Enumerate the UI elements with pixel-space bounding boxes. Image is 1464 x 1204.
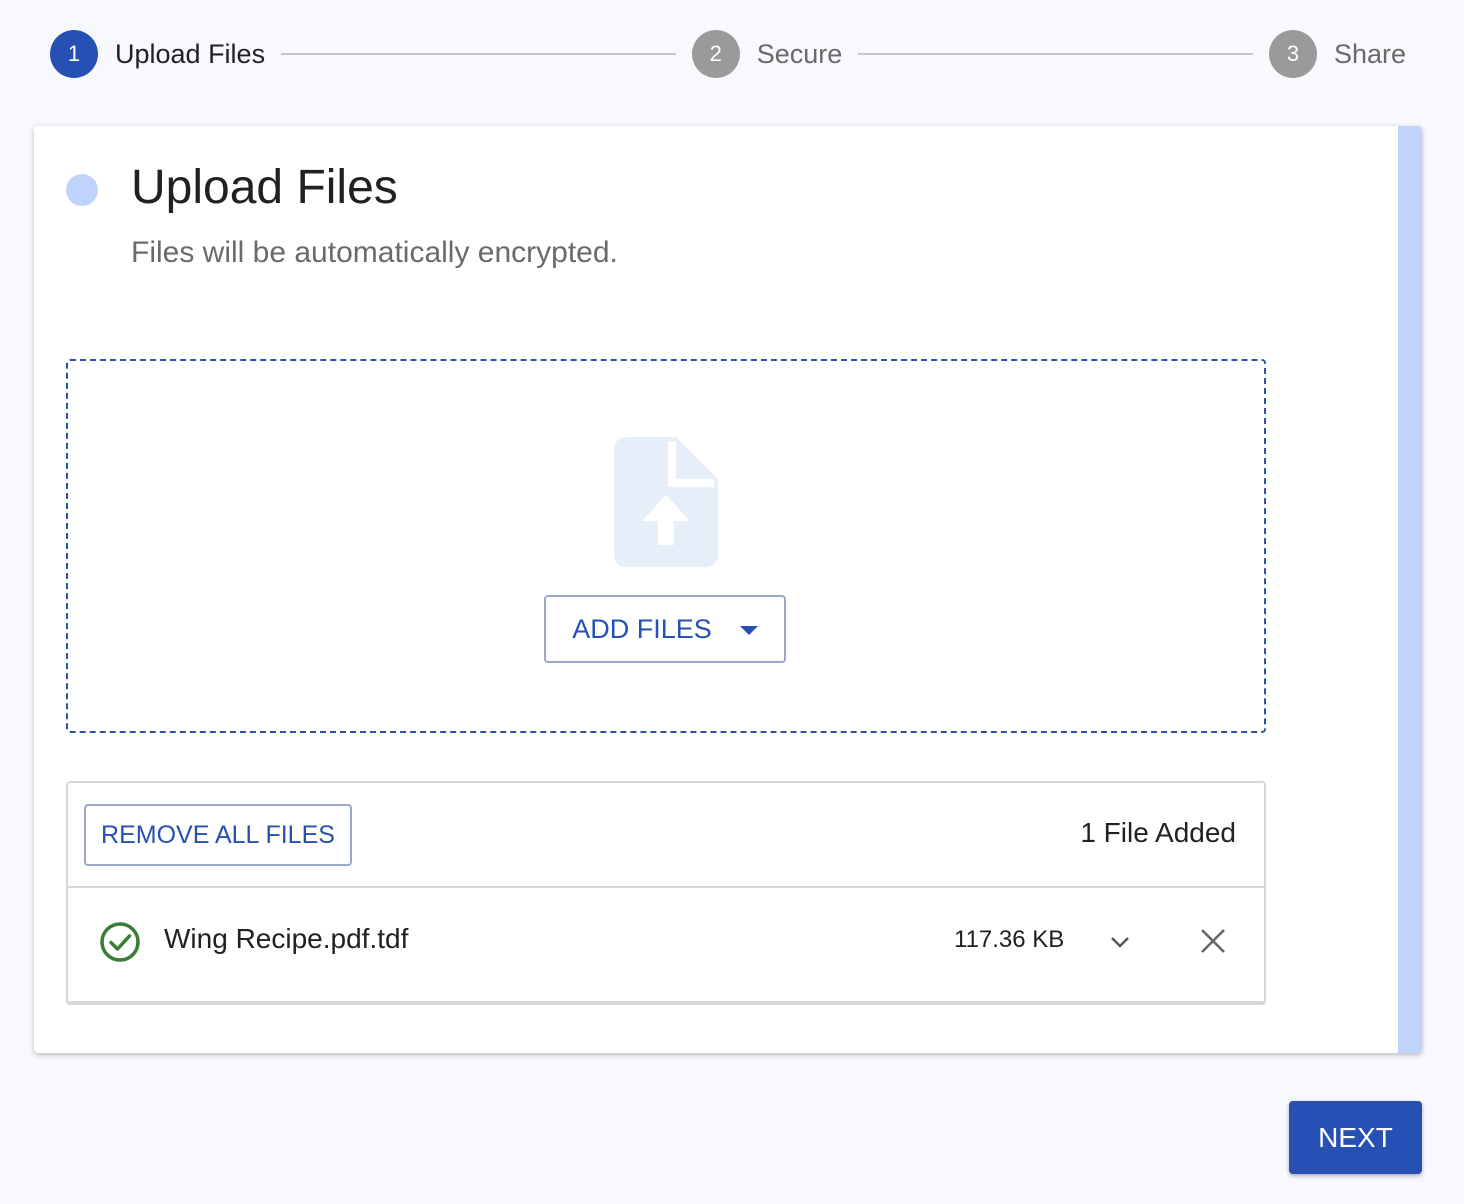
card-subtitle: Files will be automatically encrypted. [131,236,618,269]
add-files-button[interactable]: ADD FILES [544,595,786,663]
step-connector [281,53,676,55]
file-upload-icon [614,437,718,567]
chevron-down-icon[interactable] [1108,930,1132,954]
file-list-panel: REMOVE ALL FILES 1 File Added Wing Recip… [66,781,1266,1005]
file-name: Wing Recipe.pdf.tdf [164,923,409,954]
step-label: Upload Files [115,38,266,69]
step-number-badge: 3 [1268,30,1317,78]
step-label: Secure [756,38,843,69]
file-row: Wing Recipe.pdf.tdf 117.36 KB [68,888,1264,1003]
upload-card: Upload Files Files will be automatically… [34,126,1422,1053]
card-title: Upload Files [131,161,398,214]
stepper: 1 Upload Files 2 Secure 3 Share [50,30,1406,78]
close-icon[interactable] [1198,926,1228,956]
step-connector [858,53,1253,55]
check-circle-icon [100,922,140,962]
file-size: 117.36 KB [954,926,1065,953]
file-count: 1 File Added [1080,817,1236,848]
add-files-label: ADD FILES [572,613,712,644]
step-secure[interactable]: 2 Secure [691,30,843,78]
remove-all-files-button[interactable]: REMOVE ALL FILES [84,804,352,866]
step-upload-files[interactable]: 1 Upload Files [50,30,265,78]
step-number-badge: 2 [691,30,740,78]
section-dot-icon [66,174,98,206]
step-label: Share [1333,38,1407,69]
step-share[interactable]: 3 Share [1268,30,1407,78]
file-list-header: REMOVE ALL FILES 1 File Added [68,783,1264,888]
card-accent-bar [1398,126,1422,1053]
step-number-badge: 1 [50,30,98,78]
caret-down-icon [739,626,758,635]
file-dropzone[interactable]: ADD FILES [66,359,1266,733]
next-button[interactable]: NEXT [1289,1101,1422,1174]
